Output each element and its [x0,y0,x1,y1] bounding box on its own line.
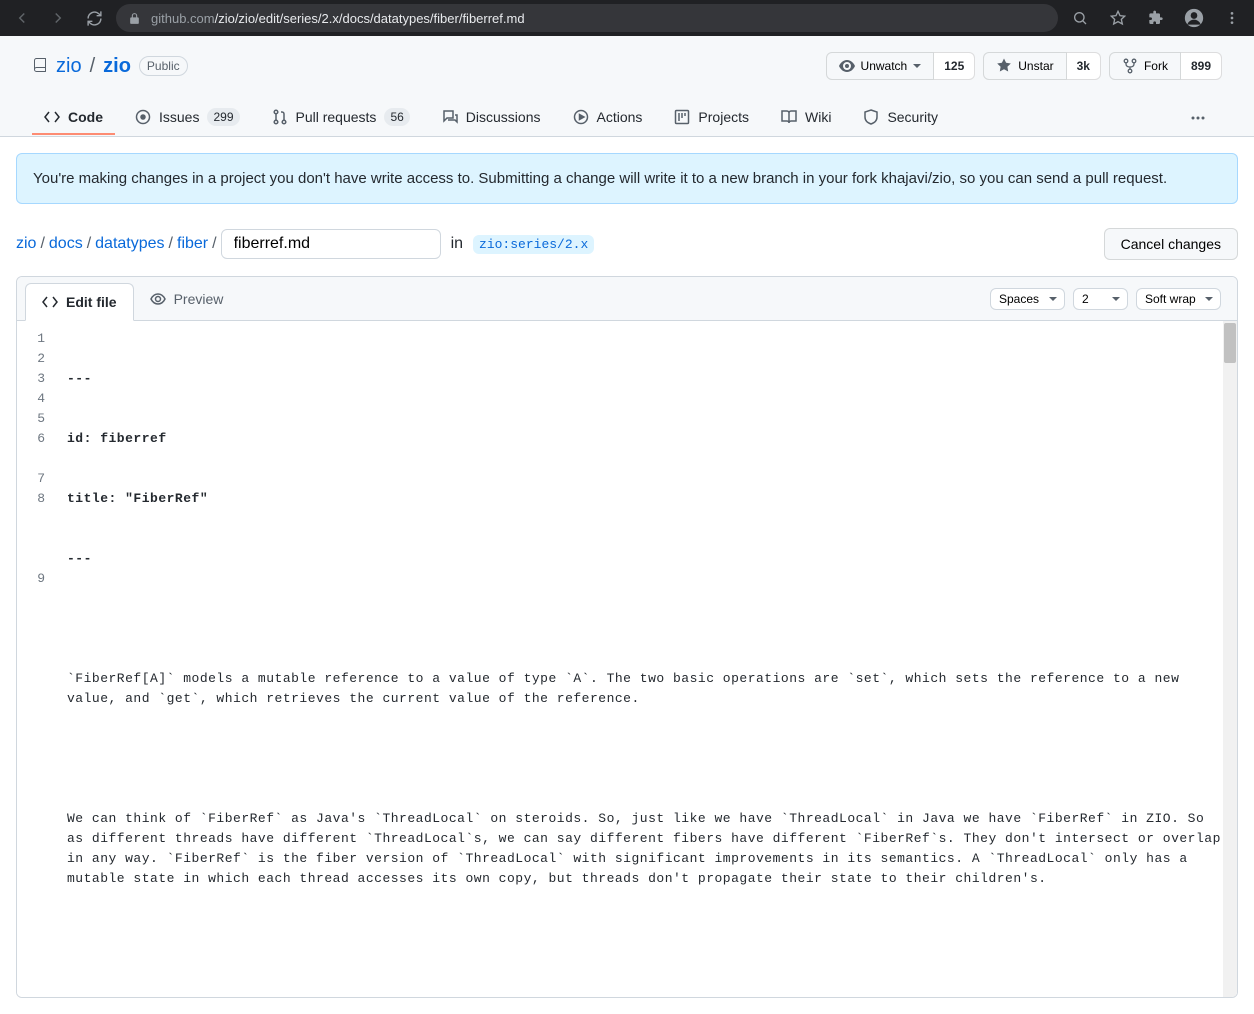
watch-button[interactable]: Unwatch [826,52,935,80]
repo-owner-link[interactable]: zio [56,55,82,78]
repo-title: zio / zio Public [32,55,188,78]
branch-badge: zio:series/2.x [473,235,594,254]
repo-nav-tabs: Code Issues 299 Pull requests 56 Discuss… [32,100,1222,136]
browser-toolbar: github.com/zio/zio/edit/series/2.x/docs/… [0,0,1254,36]
wrap-mode-select[interactable]: Soft wrap [1136,288,1221,310]
repo-icon [32,58,48,74]
breadcrumb: zio / docs / datatypes / fiber / in zio:… [16,229,594,259]
star-icon [996,58,1012,74]
reload-button[interactable] [80,4,108,32]
tab-actions[interactable]: Actions [561,101,655,135]
star-button[interactable]: Unstar [983,52,1066,80]
tab-projects[interactable]: Projects [662,101,761,135]
tab-issues[interactable]: Issues 299 [123,100,252,136]
visibility-badge: Public [139,56,188,76]
breadcrumb-fiber[interactable]: fiber [177,235,208,253]
fork-icon [1122,58,1138,74]
pull-request-icon [272,109,288,125]
issues-icon [135,109,151,125]
main-content: You're making changes in a project you d… [0,137,1254,1014]
indent-size-select[interactable]: 2 [1073,288,1128,310]
editor: Edit file Preview Spaces 2 Soft wrap 1 2… [16,276,1238,998]
profile-icon[interactable] [1180,4,1208,32]
tab-discussions[interactable]: Discussions [430,101,553,135]
pulls-count: 56 [384,108,409,126]
tab-code[interactable]: Code [32,101,115,135]
breadcrumb-root[interactable]: zio [16,235,36,253]
actions-icon [573,109,589,125]
star-count[interactable]: 3k [1067,52,1101,80]
projects-icon [674,109,690,125]
breadcrumb-docs[interactable]: docs [49,235,83,253]
fork-button[interactable]: Fork [1109,52,1181,80]
tab-security[interactable]: Security [851,101,950,135]
forward-button[interactable] [44,4,72,32]
url-path: /zio/zio/edit/series/2.x/docs/datatypes/… [215,11,525,26]
issues-count: 299 [207,108,239,126]
back-button[interactable] [8,4,36,32]
filename-input[interactable] [221,229,441,259]
extensions-icon[interactable] [1142,4,1170,32]
scrollbar[interactable] [1223,321,1237,997]
flash-notice: You're making changes in a project you d… [16,153,1238,204]
repo-actions: Unwatch 125 Unstar 3k Fork 899 [826,52,1222,80]
url-host: github.com [151,11,215,26]
discussions-icon [442,109,458,125]
cancel-changes-button[interactable]: Cancel changes [1104,228,1238,260]
line-numbers: 1 2 3 4 5 6 7 8 9 [17,321,67,997]
watch-count[interactable]: 125 [934,52,975,80]
eye-icon [839,58,855,74]
bookmark-icon[interactable] [1104,4,1132,32]
tab-wiki[interactable]: Wiki [769,101,843,135]
shield-icon [863,109,879,125]
caret-down-icon [913,62,921,70]
lock-icon [128,12,141,25]
repo-header: zio / zio Public Unwatch 125 Unstar 3k [0,36,1254,137]
tab-preview[interactable]: Preview [134,281,240,317]
tab-edit-file[interactable]: Edit file [25,283,134,321]
fork-count[interactable]: 899 [1181,52,1222,80]
scrollbar-thumb[interactable] [1224,323,1236,363]
breadcrumb-datatypes[interactable]: datatypes [95,235,164,253]
eye-icon [150,291,166,307]
code-content[interactable]: --- id: fiberref title: "FiberRef" --- `… [67,321,1237,997]
address-bar[interactable]: github.com/zio/zio/edit/series/2.x/docs/… [116,4,1058,32]
in-label: in [451,235,463,253]
zoom-icon[interactable] [1066,4,1094,32]
code-icon [44,109,60,125]
code-icon [42,294,58,310]
wiki-icon [781,109,797,125]
tab-more[interactable] [1174,102,1222,134]
code-editor[interactable]: 1 2 3 4 5 6 7 8 9 --- id: fiberref title… [17,321,1237,997]
menu-icon[interactable] [1218,4,1246,32]
tab-pull-requests[interactable]: Pull requests 56 [260,100,422,136]
repo-name-link[interactable]: zio [103,55,131,78]
indent-mode-select[interactable]: Spaces [990,288,1065,310]
